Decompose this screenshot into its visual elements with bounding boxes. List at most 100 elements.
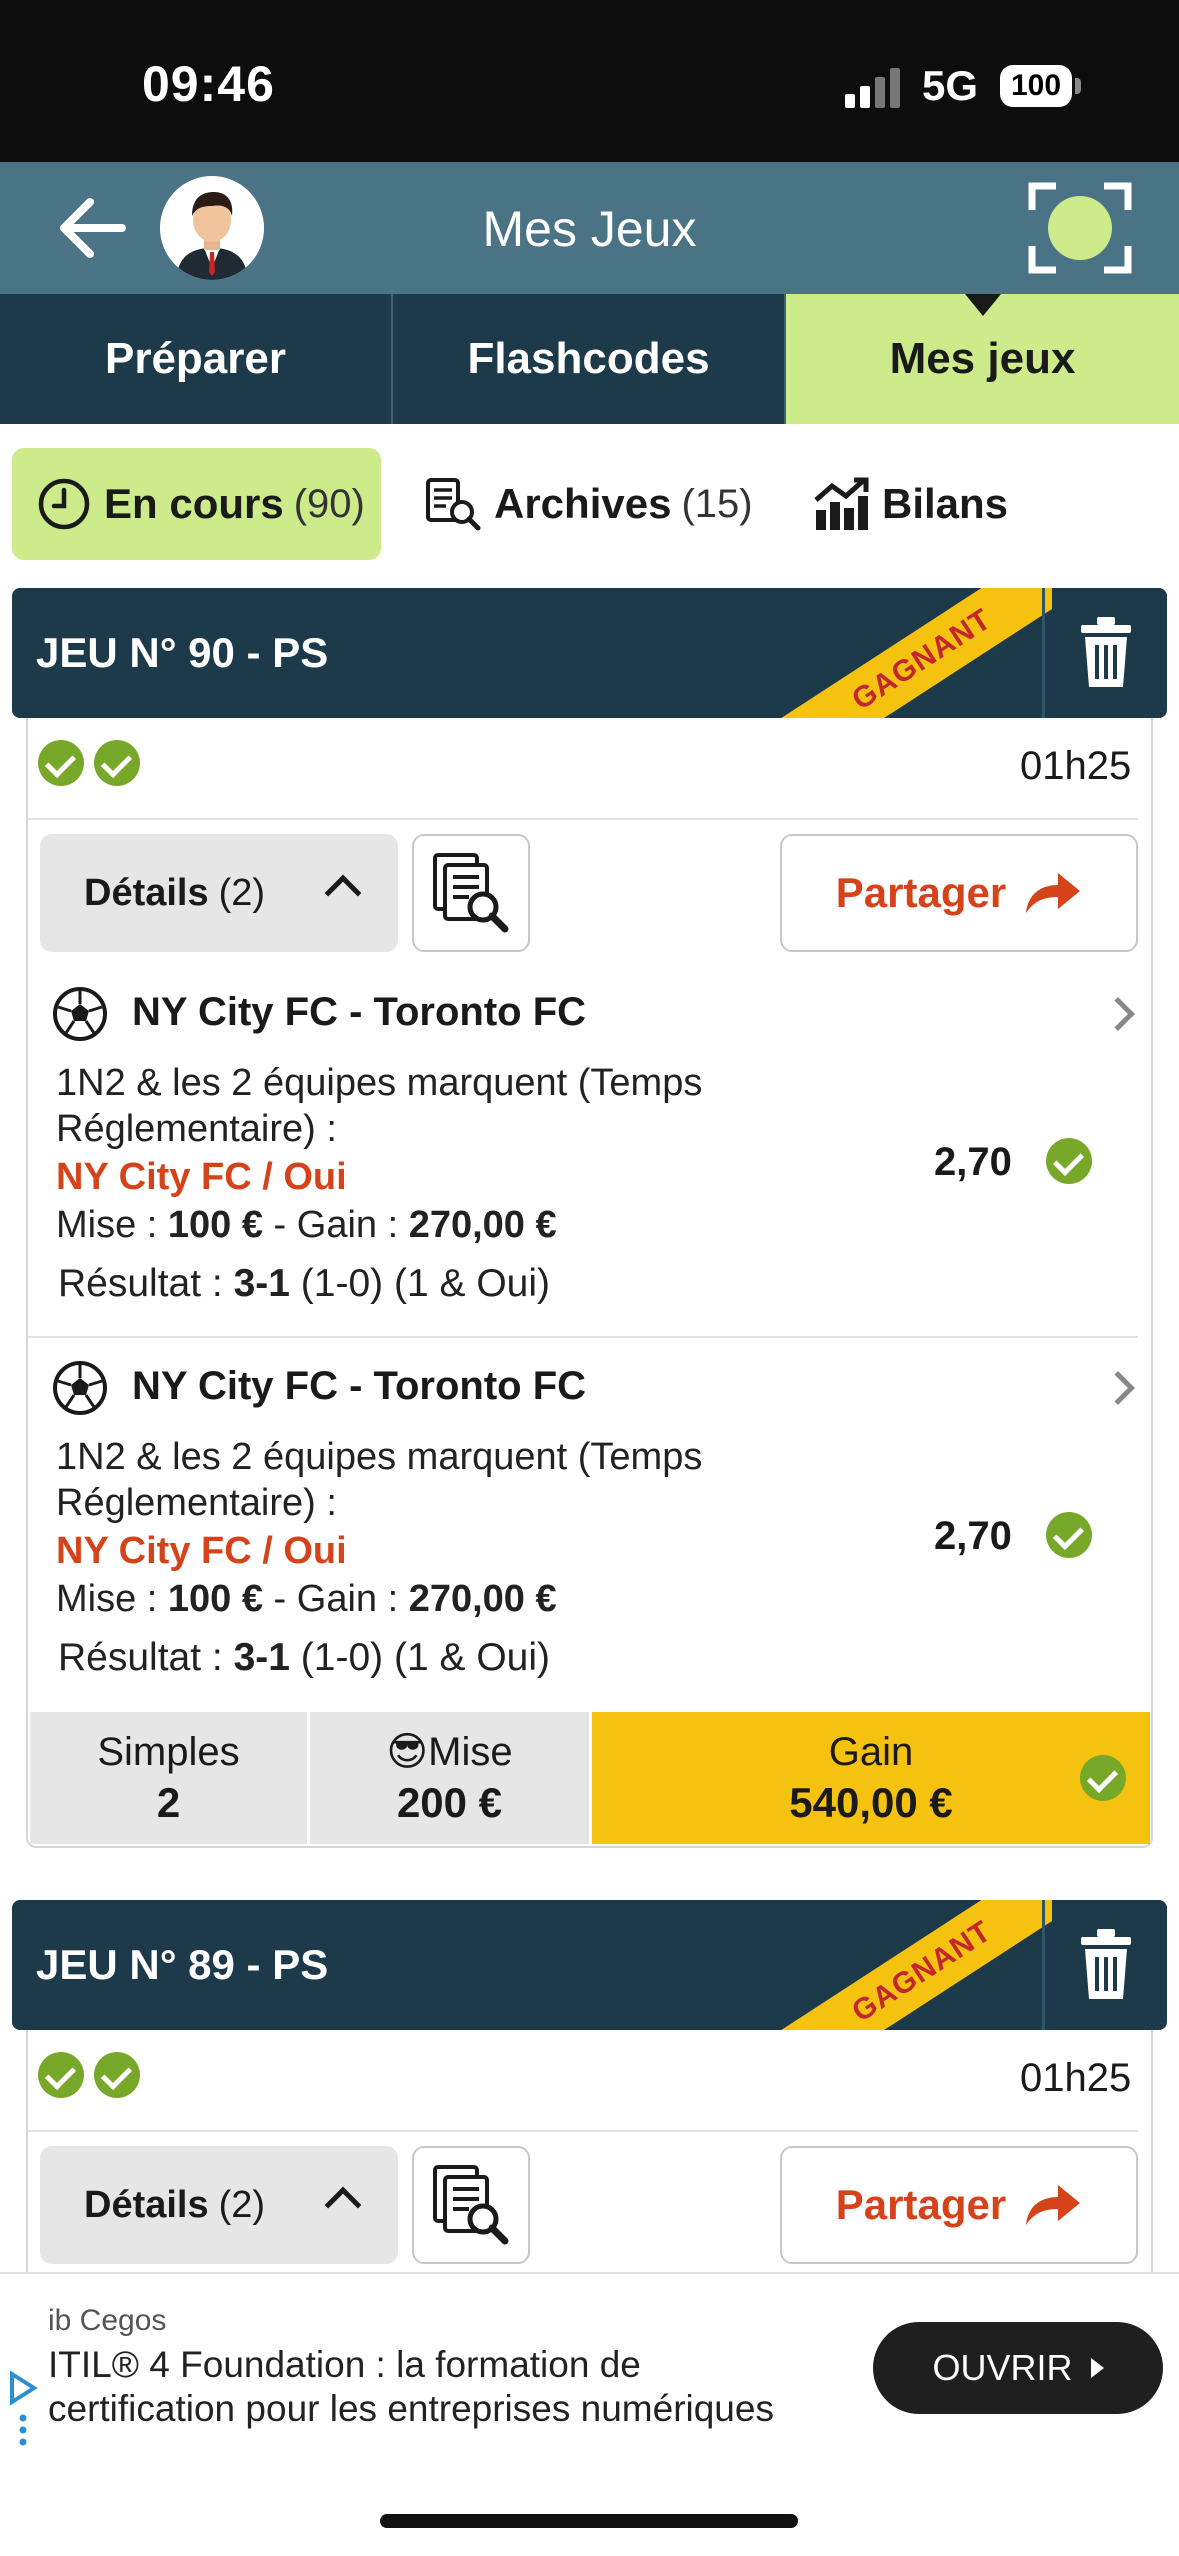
check-icon bbox=[94, 2052, 140, 2098]
details-count: (2) bbox=[218, 2183, 266, 2226]
game-status-checks bbox=[38, 740, 150, 786]
main-tabs: Préparer Flashcodes Mes jeux bbox=[0, 294, 1179, 424]
details-toggle-button[interactable]: Détails (2) bbox=[40, 2146, 398, 2264]
winner-ribbon: GAGNANT bbox=[732, 588, 1052, 718]
bet-item[interactable]: NY City FC - Toronto FC 1N2 & les 2 équi… bbox=[28, 1360, 1138, 1700]
subtab-archives-label: Archives bbox=[494, 480, 672, 527]
play-arrow-icon bbox=[1090, 2358, 1104, 2378]
check-icon bbox=[94, 740, 140, 786]
trash-icon bbox=[1081, 1929, 1131, 1999]
summary-gain-value: 540,00 € bbox=[789, 1778, 953, 1826]
check-icon bbox=[1080, 1755, 1126, 1801]
subtab-bilans-label: Bilans bbox=[882, 480, 1009, 527]
bet-market-line2: Réglementaire) : bbox=[56, 1482, 337, 1524]
game-card-header: JEU N° 89 - PS GAGNANT bbox=[12, 1900, 1167, 2030]
divider bbox=[28, 1336, 1138, 1338]
share-label: Partager bbox=[835, 869, 1007, 916]
details-label: Détails bbox=[84, 871, 209, 914]
subtab-en-cours[interactable]: En cours (90) bbox=[12, 448, 381, 560]
ad-text-line2: certification pour les entreprises numér… bbox=[48, 2388, 774, 2429]
summary-gain-label: Gain bbox=[828, 1729, 914, 1774]
home-indicator[interactable] bbox=[380, 2514, 798, 2528]
bet-match: NY City FC - Toronto FC bbox=[132, 1364, 587, 1408]
summary-stake-label: 😎Mise bbox=[386, 1730, 513, 1774]
delete-game-button[interactable] bbox=[1042, 1900, 1167, 2030]
summary-stake: 😎Mise 200 € bbox=[310, 1712, 592, 1844]
tab-preparer[interactable]: Préparer bbox=[0, 294, 393, 424]
bet-selection: NY City FC / Oui bbox=[56, 1156, 347, 1198]
game-time: 01h25 bbox=[1020, 2056, 1132, 2100]
tab-flashcodes[interactable]: Flashcodes bbox=[393, 294, 786, 424]
game-title: JEU N° 90 - PS bbox=[36, 629, 329, 676]
game-title: JEU N° 89 - PS bbox=[36, 1941, 329, 1988]
battery-nub bbox=[1075, 78, 1081, 94]
check-icon bbox=[1046, 1138, 1092, 1184]
bet-market-line1: 1N2 & les 2 équipes marquent (Temps bbox=[56, 1436, 703, 1478]
bet-match: NY City FC - Toronto FC bbox=[132, 990, 587, 1034]
bet-stake-line: Mise : 100 € - Gain : 270,00 € bbox=[56, 1578, 557, 1620]
archive-search-icon bbox=[426, 478, 481, 531]
scan-icon[interactable] bbox=[1028, 182, 1132, 274]
divider bbox=[28, 2130, 1138, 2132]
bet-item[interactable]: NY City FC - Toronto FC 1N2 & les 2 équi… bbox=[28, 986, 1138, 1326]
summary-type-value: 2 bbox=[156, 1778, 181, 1826]
soccer-ball-icon bbox=[53, 987, 107, 1041]
details-label: Détails bbox=[84, 2183, 209, 2226]
bet-odds: 2,70 bbox=[934, 1140, 1012, 1184]
cellular-signal-icon bbox=[845, 68, 900, 108]
bet-selection: NY City FC / Oui bbox=[56, 1530, 347, 1572]
view-ticket-button[interactable] bbox=[412, 834, 530, 952]
document-search-icon bbox=[433, 853, 509, 933]
details-toggle-button[interactable]: Détails (2) bbox=[40, 834, 398, 952]
summary-stake-value: 200 € bbox=[396, 1779, 503, 1826]
share-button[interactable]: Partager bbox=[780, 834, 1138, 952]
bet-stake-line: Mise : 100 € - Gain : 270,00 € bbox=[56, 1204, 557, 1246]
check-icon bbox=[38, 2052, 84, 2098]
clock-icon bbox=[38, 478, 90, 530]
ad-banner[interactable]: ib Cegos ITIL® 4 Foundation : la formati… bbox=[0, 2272, 1179, 2472]
ad-open-button[interactable]: OUVRIR bbox=[873, 2322, 1163, 2414]
details-count: (2) bbox=[218, 871, 266, 914]
ad-source: ib Cegos bbox=[48, 2304, 167, 2337]
chevron-right-icon[interactable] bbox=[1101, 997, 1135, 1031]
sunglasses-emoji-icon: 😎 bbox=[386, 1730, 429, 1774]
bet-odds: 2,70 bbox=[934, 1514, 1012, 1558]
share-button[interactable]: Partager bbox=[780, 2146, 1138, 2264]
soccer-ball-icon bbox=[53, 1361, 107, 1415]
ad-choices-icon[interactable] bbox=[8, 2370, 38, 2450]
subtab-bilans[interactable]: Bilans bbox=[812, 448, 1008, 560]
trash-icon bbox=[1081, 617, 1131, 687]
ad-text-line1: ITIL® 4 Foundation : la formation de bbox=[48, 2344, 641, 2385]
check-icon bbox=[1046, 1512, 1092, 1558]
status-bar: 09:46 5G 100 bbox=[0, 0, 1179, 162]
game-time: 01h25 bbox=[1020, 744, 1132, 788]
subtab-archives[interactable]: Archives (15) bbox=[424, 448, 753, 560]
winner-ribbon-label: GAGNANT bbox=[764, 1900, 1052, 2030]
sub-tabs: En cours (90) Archives (15) Bilans bbox=[0, 448, 1179, 564]
winner-ribbon: GAGNANT bbox=[732, 1900, 1052, 2030]
share-label: Partager bbox=[835, 2181, 1007, 2228]
bet-market-line2: Réglementaire) : bbox=[56, 1108, 337, 1150]
subtab-archives-count: (15) bbox=[681, 481, 753, 526]
app-header: Mes Jeux bbox=[0, 162, 1179, 294]
summary-type: Simples 2 bbox=[30, 1712, 310, 1844]
bet-result-line: Résultat : 3-1 (1-0) (1 & Oui) bbox=[58, 1262, 551, 1305]
summary-gain: Gain 540,00 € bbox=[592, 1712, 1150, 1844]
chevron-up-icon bbox=[324, 2186, 362, 2224]
chart-icon bbox=[814, 477, 869, 530]
summary-type-label: Simples bbox=[97, 1729, 240, 1774]
tab-mes-jeux[interactable]: Mes jeux bbox=[786, 294, 1179, 424]
subtab-en-cours-count: (90) bbox=[293, 481, 365, 526]
check-icon bbox=[38, 740, 84, 786]
share-arrow-icon bbox=[1026, 873, 1081, 913]
network-type: 5G bbox=[922, 62, 979, 109]
battery-icon: 100 bbox=[1000, 65, 1072, 107]
ad-open-label: OUVRIR bbox=[932, 2347, 1073, 2388]
view-ticket-button[interactable] bbox=[412, 2146, 530, 2264]
winner-ribbon-label: GAGNANT bbox=[764, 588, 1052, 718]
delete-game-button[interactable] bbox=[1042, 588, 1167, 718]
document-search-icon bbox=[433, 2165, 509, 2245]
divider bbox=[28, 818, 1138, 820]
chevron-right-icon[interactable] bbox=[1101, 1371, 1135, 1405]
game-card-header: JEU N° 90 - PS GAGNANT bbox=[12, 588, 1167, 718]
